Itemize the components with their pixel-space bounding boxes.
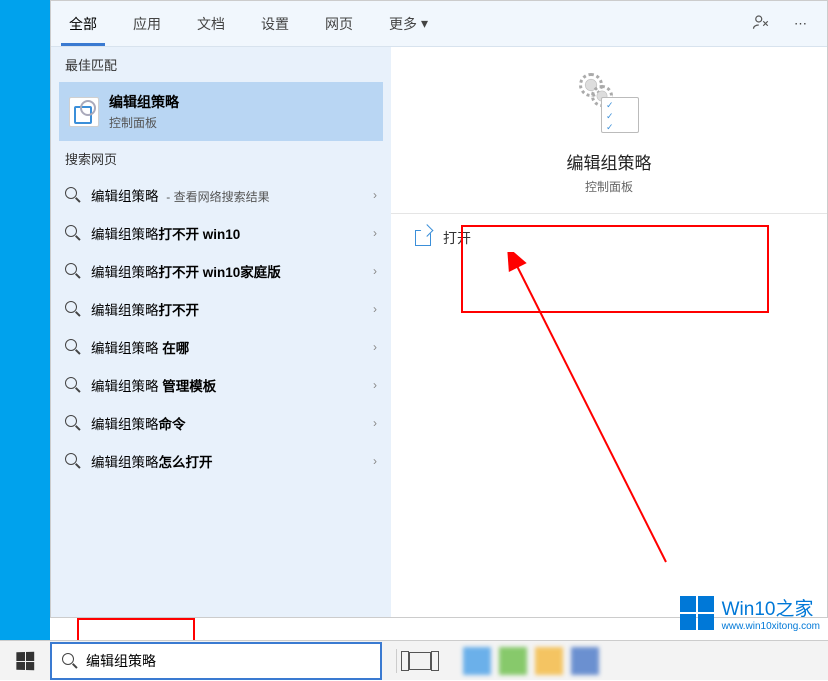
- web-result-0[interactable]: 编辑组策略 - 查看网络搜索结果 ›: [51, 176, 391, 214]
- chevron-right-icon: ›: [373, 302, 377, 316]
- detail-subtitle: 控制面板: [585, 178, 633, 195]
- filter-tabs: 全部 应用 文档 设置 网页 更多 ▾ ⋯: [51, 1, 827, 47]
- chevron-right-icon: ›: [373, 264, 377, 278]
- web-result-5[interactable]: 编辑组策略 管理模板 ›: [51, 366, 391, 404]
- group-policy-large-icon: [577, 71, 641, 135]
- search-icon: [65, 263, 81, 279]
- search-icon: [65, 225, 81, 241]
- search-icon: [65, 377, 81, 393]
- tab-apps[interactable]: 应用: [115, 2, 179, 46]
- tab-more-label: 更多: [389, 14, 417, 34]
- web-result-text: 编辑组策略 管理模板: [91, 375, 363, 395]
- taskbar-icons: [382, 641, 609, 681]
- web-result-text: 编辑组策略打不开 win10家庭版: [91, 261, 363, 281]
- detail-pane: 编辑组策略 控制面板 打开: [391, 47, 827, 617]
- results-list: 最佳匹配 编辑组策略 控制面板 搜索网页 编辑组策略 - 查看网络搜索结果 › …: [51, 47, 391, 617]
- taskbar-app-4[interactable]: [571, 647, 599, 675]
- web-result-text: 编辑组策略 在哪: [91, 337, 363, 357]
- group-policy-icon: [69, 97, 99, 127]
- web-result-text: 编辑组策略命令: [91, 413, 363, 433]
- web-result-text: 编辑组策略打不开: [91, 299, 363, 319]
- windows-start-icon: [16, 651, 34, 670]
- left-accent-bar: [0, 0, 50, 680]
- more-options-icon[interactable]: ⋯: [782, 8, 819, 40]
- watermark-brand: Win10之家: [722, 594, 820, 621]
- chevron-right-icon: ›: [373, 226, 377, 240]
- chevron-right-icon: ›: [373, 340, 377, 354]
- open-icon: [415, 230, 431, 246]
- web-result-text: 编辑组策略 - 查看网络搜索结果: [91, 185, 363, 205]
- web-result-3[interactable]: 编辑组策略打不开 ›: [51, 290, 391, 328]
- open-action[interactable]: 打开: [391, 214, 827, 262]
- chevron-right-icon: ›: [373, 378, 377, 392]
- detail-title: 编辑组策略: [567, 149, 652, 174]
- taskbar-app-2[interactable]: [499, 647, 527, 675]
- web-result-7[interactable]: 编辑组策略怎么打开 ›: [51, 442, 391, 480]
- windows-logo-icon: [680, 596, 714, 630]
- chevron-right-icon: ›: [373, 454, 377, 468]
- search-icon: [62, 653, 78, 669]
- search-input[interactable]: [86, 653, 370, 669]
- best-match-text: 编辑组策略 控制面板: [109, 92, 179, 131]
- task-view-icon[interactable]: [409, 652, 431, 670]
- search-icon: [65, 301, 81, 317]
- open-label: 打开: [443, 228, 471, 248]
- feedback-icon[interactable]: [740, 5, 782, 42]
- best-match-item[interactable]: 编辑组策略 控制面板: [59, 82, 383, 141]
- web-result-2[interactable]: 编辑组策略打不开 win10家庭版 ›: [51, 252, 391, 290]
- tab-web[interactable]: 网页: [307, 2, 371, 46]
- best-match-subtitle: 控制面板: [109, 114, 179, 131]
- tab-settings[interactable]: 设置: [243, 2, 307, 46]
- tab-more[interactable]: 更多 ▾: [371, 2, 446, 46]
- web-result-6[interactable]: 编辑组策略命令 ›: [51, 404, 391, 442]
- search-panel: 全部 应用 文档 设置 网页 更多 ▾ ⋯ 最佳匹配 编辑组策略 控制面板 搜索…: [50, 0, 828, 618]
- web-result-4[interactable]: 编辑组策略 在哪 ›: [51, 328, 391, 366]
- chevron-down-icon: ▾: [421, 15, 428, 32]
- taskbar: [0, 640, 828, 680]
- chevron-right-icon: ›: [373, 188, 377, 202]
- taskbar-app-1[interactable]: [463, 647, 491, 675]
- watermark-url: www.win10xitong.com: [722, 621, 820, 632]
- best-match-title: 编辑组策略: [109, 92, 179, 112]
- search-icon: [65, 415, 81, 431]
- watermark: Win10之家 www.win10xitong.com: [680, 594, 820, 632]
- tab-documents[interactable]: 文档: [179, 2, 243, 46]
- taskbar-search-box[interactable]: [50, 642, 382, 680]
- chevron-right-icon: ›: [373, 416, 377, 430]
- web-result-text: 编辑组策略怎么打开: [91, 451, 363, 471]
- web-result-1[interactable]: 编辑组策略打不开 win10 ›: [51, 214, 391, 252]
- detail-actions: 打开: [391, 213, 827, 262]
- best-match-header: 最佳匹配: [51, 47, 391, 82]
- search-icon: [65, 339, 81, 355]
- taskbar-app-3[interactable]: [535, 647, 563, 675]
- start-button[interactable]: [0, 641, 50, 681]
- web-search-header: 搜索网页: [51, 141, 391, 176]
- search-icon: [65, 187, 81, 203]
- web-result-text: 编辑组策略打不开 win10: [91, 223, 363, 243]
- content-area: 最佳匹配 编辑组策略 控制面板 搜索网页 编辑组策略 - 查看网络搜索结果 › …: [51, 47, 827, 617]
- tab-all[interactable]: 全部: [51, 2, 115, 46]
- search-icon: [65, 453, 81, 469]
